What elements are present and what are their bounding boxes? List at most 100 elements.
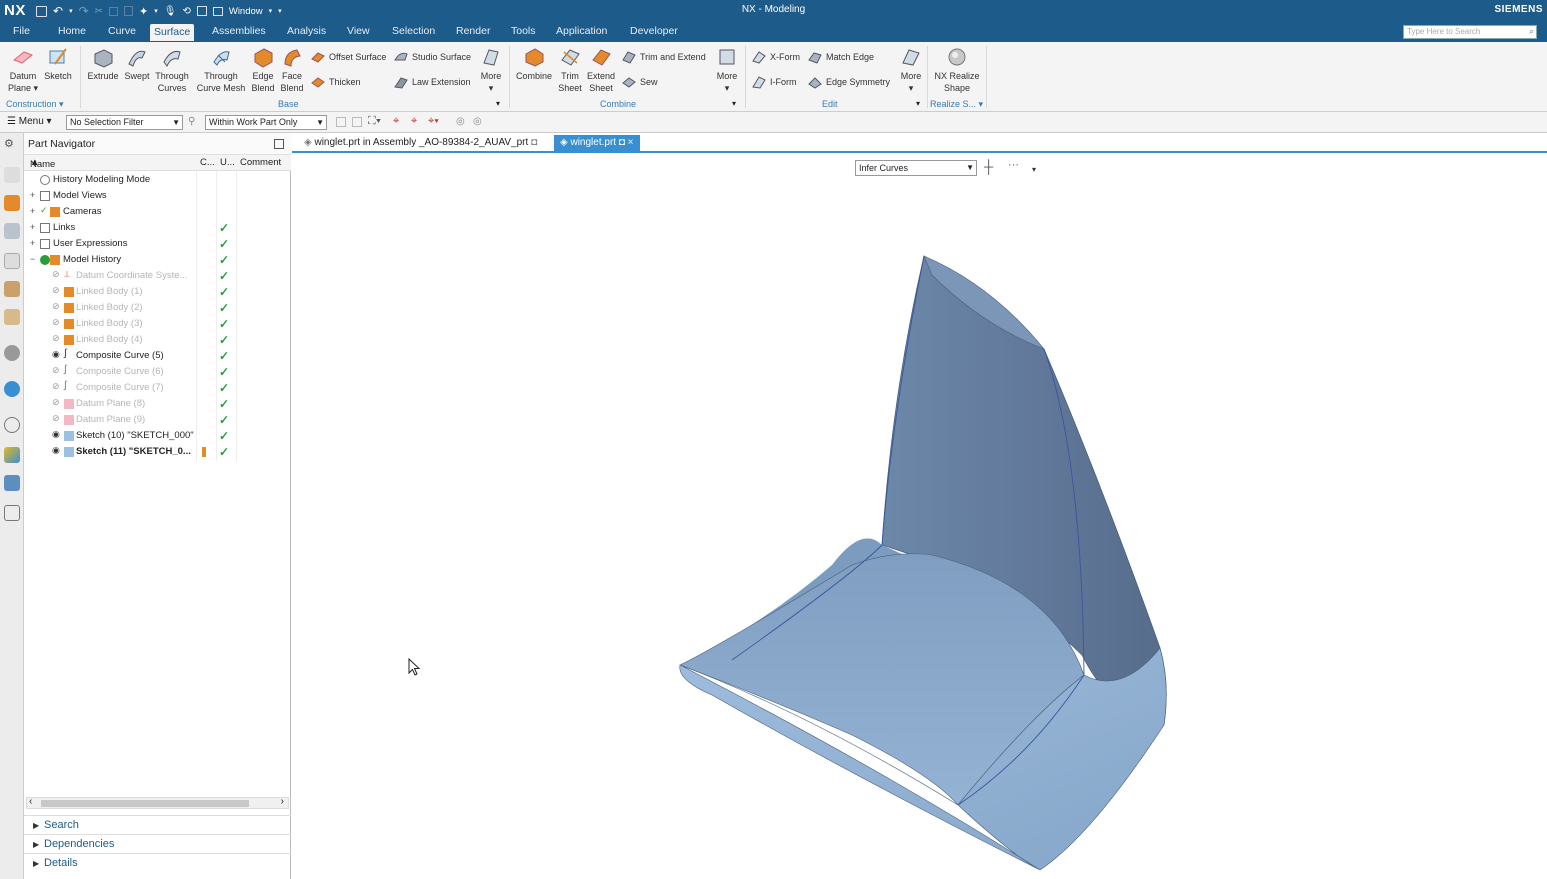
tab-render[interactable]: Render: [452, 25, 494, 42]
close-icon[interactable]: ×: [628, 137, 634, 148]
panel-details[interactable]: ▶ Details: [24, 853, 291, 872]
hidden-eye-icon[interactable]: ⊘: [52, 365, 62, 375]
end-point-icon[interactable]: ⌖: [393, 115, 399, 128]
offset-surface-button[interactable]: Offset Surface: [311, 50, 386, 64]
gear-icon[interactable]: ⚙: [4, 137, 20, 153]
tree-row[interactable]: ⊘ ⟂ Datum Coordinate Syste... ✓: [24, 268, 291, 284]
tab-assemblies[interactable]: Assemblies: [208, 25, 270, 42]
hd3d-tools-icon[interactable]: [4, 281, 20, 297]
hidden-eye-icon[interactable]: ⊘: [52, 397, 62, 407]
eye-icon[interactable]: ◉: [52, 429, 62, 439]
hidden-eye-icon[interactable]: ⊘: [52, 269, 62, 279]
tree-row[interactable]: History Modeling Mode: [24, 172, 291, 188]
scrollbar-thumb[interactable]: [41, 800, 249, 807]
swept-button[interactable]: Swept: [121, 46, 153, 82]
tab-winglet-prt[interactable]: ◈ winglet.prt ◘ ×: [554, 135, 640, 153]
tab-selection[interactable]: Selection: [388, 25, 439, 42]
roles-icon[interactable]: [4, 447, 20, 463]
edge-blend-button[interactable]: Edge Blend: [250, 46, 276, 94]
through-curves-button[interactable]: Through Curves: [153, 46, 191, 94]
expand-icon[interactable]: +: [30, 190, 35, 200]
hidden-eye-icon[interactable]: ⊘: [52, 381, 62, 391]
select-all-icon[interactable]: [336, 117, 346, 127]
column-comment[interactable]: Comment: [240, 157, 281, 168]
tree-row[interactable]: ⊘ ∫ Composite Curve (6) ✓: [24, 364, 291, 380]
law-extension-button[interactable]: Law Extension: [394, 75, 471, 89]
tree-row[interactable]: ⊘ Datum Plane (9) ✓: [24, 412, 291, 428]
point-on-curve-icon[interactable]: ◎: [473, 116, 482, 127]
face-blend-button[interactable]: Face Blend: [279, 46, 305, 94]
edge-symmetry-button[interactable]: Edge Symmetry: [808, 75, 890, 89]
palette-icon[interactable]: [4, 505, 20, 521]
control-point-icon[interactable]: ⌖▾: [428, 115, 439, 128]
tab-curve[interactable]: Curve: [104, 25, 140, 42]
part-navigator-icon[interactable]: [4, 195, 20, 211]
base-more-button[interactable]: More ▾: [478, 46, 504, 94]
menu-button[interactable]: ☰ Menu ▾: [7, 116, 52, 127]
tree-row[interactable]: + Model Views: [24, 188, 291, 204]
column-name[interactable]: Name ▲: [30, 157, 55, 170]
tree-row[interactable]: ◉ Sketch (10) "SKETCH_000" ✓: [24, 428, 291, 444]
hidden-eye-icon[interactable]: ⊘: [52, 333, 62, 343]
intersection-icon[interactable]: ◎: [456, 116, 465, 127]
command-search-input[interactable]: Type Here to Search: [1403, 25, 1537, 39]
trim-sheet-button[interactable]: Trim Sheet: [556, 46, 584, 94]
eye-icon[interactable]: ◉: [52, 349, 62, 359]
match-edge-button[interactable]: Match Edge: [808, 50, 874, 64]
tab-home[interactable]: Home: [54, 25, 90, 42]
sketch-button[interactable]: Sketch: [42, 46, 74, 82]
reuse-library-icon[interactable]: [4, 253, 20, 269]
system-scenes-icon[interactable]: [4, 475, 20, 491]
tab-tools[interactable]: Tools: [507, 25, 540, 42]
extrude-button[interactable]: Extrude: [86, 46, 120, 82]
studio-surface-button[interactable]: Studio Surface: [394, 50, 471, 64]
hidden-eye-icon[interactable]: ⊘: [52, 285, 62, 295]
scroll-left-icon[interactable]: ‹: [29, 796, 32, 807]
i-form-button[interactable]: I-Form: [752, 75, 797, 89]
column-current[interactable]: C...: [200, 157, 215, 168]
tree-row[interactable]: ⊘ Linked Body (3) ✓: [24, 316, 291, 332]
column-uptodate[interactable]: U...: [220, 157, 235, 168]
tab-analysis[interactable]: Analysis: [283, 25, 330, 42]
winglet-model[interactable]: [292, 155, 1547, 879]
maximize-icon[interactable]: [274, 139, 284, 149]
chevron-down-icon[interactable]: ▾: [732, 99, 736, 108]
tab-file[interactable]: File: [9, 25, 34, 42]
web-browser-icon[interactable]: [4, 309, 20, 325]
search-icon[interactable]: ⌕: [1529, 26, 1534, 37]
scroll-right-icon[interactable]: ›: [281, 796, 284, 807]
horizontal-scrollbar[interactable]: ‹ ›: [26, 796, 289, 809]
tree-row[interactable]: ⊘ ∫ Composite Curve (7) ✓: [24, 380, 291, 396]
tree-row[interactable]: ◉ ∫ Composite Curve (5) ✓: [24, 348, 291, 364]
tree-row[interactable]: + Links ✓: [24, 220, 291, 236]
tree-row[interactable]: + ✓ Cameras: [24, 204, 291, 220]
selection-scope-select[interactable]: Within Work Part Only ▼: [205, 115, 327, 130]
tab-view[interactable]: View: [343, 25, 374, 42]
clock-icon[interactable]: [4, 417, 20, 433]
graphics-window[interactable]: Infer Curves ▼ ┼ ··· ▾: [292, 155, 1547, 879]
chevron-down-icon[interactable]: ▾: [916, 99, 920, 108]
tab-developer[interactable]: Developer: [626, 25, 682, 42]
history-icon[interactable]: [4, 345, 20, 361]
process-studio-icon[interactable]: [4, 381, 20, 397]
panel-search[interactable]: ▶ Search: [24, 815, 291, 834]
tree-row[interactable]: ⊘ Linked Body (2) ✓: [24, 300, 291, 316]
tree-row[interactable]: ◉ Sketch (11) "SKETCH_0... ✓: [24, 444, 291, 460]
expand-icon[interactable]: +: [30, 206, 35, 216]
snap-point-icon[interactable]: ⛶▾: [368, 115, 381, 128]
tree-row[interactable]: ⊘ Datum Plane (8) ✓: [24, 396, 291, 412]
tree-row[interactable]: + User Expressions ✓: [24, 236, 291, 252]
thicken-button[interactable]: Thicken: [311, 75, 361, 89]
tab-winglet-assembly[interactable]: ◈ winglet.prt in Assembly _AO-89384-2_AU…: [298, 135, 543, 153]
mid-point-icon[interactable]: ⌖: [411, 115, 417, 128]
eye-icon[interactable]: ◉: [52, 445, 62, 455]
expand-icon[interactable]: +: [30, 238, 35, 248]
edit-more-button[interactable]: More ▾: [898, 46, 924, 94]
filter-reset-icon[interactable]: ⚲: [188, 116, 195, 127]
extend-sheet-button[interactable]: Extend Sheet: [586, 46, 616, 94]
combine-button[interactable]: Combine: [514, 46, 554, 82]
trim-and-extend-button[interactable]: Trim and Extend: [622, 50, 706, 64]
deselect-icon[interactable]: [352, 117, 362, 127]
tab-surface[interactable]: Surface: [150, 24, 195, 41]
tree-row[interactable]: − Model History ✓: [24, 252, 291, 268]
